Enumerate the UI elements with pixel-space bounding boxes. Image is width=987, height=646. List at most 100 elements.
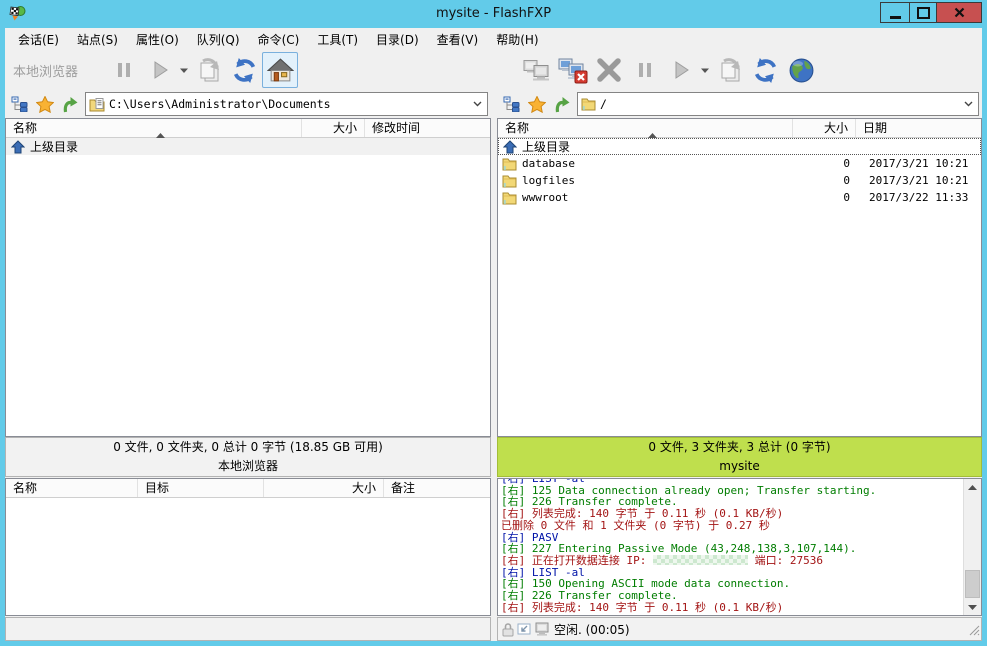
column-header-size[interactable]: 大小 [301, 119, 364, 137]
chevron-down-icon[interactable] [468, 94, 486, 114]
menu-item-o[interactable]: 属性(O) [127, 28, 188, 51]
menu-item-d[interactable]: 目录(D) [367, 28, 428, 51]
favorites-button[interactable] [32, 92, 57, 116]
refresh-button[interactable] [747, 52, 783, 88]
disconnect-button[interactable] [555, 52, 591, 88]
log-panel: [右] LIST -al[右] 125 Data connection alre… [497, 478, 982, 616]
play-button[interactable] [142, 52, 178, 88]
tree-button[interactable] [7, 92, 32, 116]
chevron-down-icon[interactable] [959, 94, 977, 114]
caret-down-icon [701, 68, 709, 73]
column-header-size[interactable]: 大小 [792, 119, 855, 137]
file-row[interactable]: database02017/3/21 10:21 [498, 155, 981, 172]
column-header-date[interactable]: 日期 [855, 119, 981, 137]
local-list-header: 名称大小修改时间 [6, 119, 490, 138]
remote-file-list: 名称大小日期 上级目录database02017/3/21 10:21logfi… [497, 118, 982, 437]
log-lines: [右] LIST -al[右] 125 Data connection alre… [501, 478, 961, 613]
remote-list-header: 名称大小日期 [498, 119, 981, 138]
connect-icon [522, 57, 552, 84]
queue-column-size[interactable]: 大小 [263, 479, 383, 497]
favorites-button[interactable] [524, 92, 549, 116]
menu-item-t[interactable]: 工具(T) [308, 28, 367, 51]
lock-icon[interactable] [501, 622, 515, 637]
file-name: database [518, 157, 798, 170]
local-toolbar: 本地浏览器 [5, 50, 491, 90]
tree-icon [503, 96, 520, 112]
transfer-button[interactable] [190, 52, 226, 88]
pause-button[interactable] [627, 52, 663, 88]
flashfxp-window: mysite - FlashFXP 会话(E)站点(S)属性(O)队列(Q)命令… [0, 0, 987, 646]
scroll-up-arrow[interactable] [964, 479, 981, 495]
menu-item-s[interactable]: 站点(S) [68, 28, 127, 51]
file-name: 上级目录 [518, 138, 798, 155]
file-size: 0 [798, 174, 860, 187]
remote-list-body: 上级目录database02017/3/21 10:21logfiles0201… [498, 138, 981, 206]
connect-button[interactable] [519, 52, 555, 88]
minimize-icon [890, 16, 901, 19]
up-icon [553, 96, 571, 113]
refresh-icon [231, 57, 258, 84]
minimize-button[interactable] [880, 2, 910, 23]
file-date: 2017/3/22 11:33 [860, 191, 981, 204]
column-header-name[interactable]: 名称 [6, 119, 301, 137]
remote-status-line2: mysite [498, 457, 981, 476]
home-icon [267, 58, 294, 83]
local-status-line2: 本地浏览器 [6, 457, 490, 476]
pause-icon [113, 59, 135, 81]
local-file-list: 名称大小修改时间 上级目录 [5, 118, 491, 437]
scroll-thumb[interactable] [965, 570, 980, 598]
menu-item-e[interactable]: 会话(E) [9, 28, 68, 51]
log-line: 已删除 0 文件 和 1 文件夹 (0 字节) 于 0.27 秒 [501, 520, 961, 532]
file-row[interactable]: wwwroot02017/3/22 11:33 [498, 189, 981, 206]
refresh-button[interactable] [226, 52, 262, 88]
menu-item-q[interactable]: 队列(Q) [188, 28, 249, 51]
file-date: 2017/3/21 10:21 [860, 174, 981, 187]
column-header-date[interactable]: 修改时间 [364, 119, 490, 137]
remote-path-combobox[interactable]: / [577, 92, 979, 116]
queue-column-remark[interactable]: 备注 [383, 479, 490, 497]
computer-icon [534, 622, 550, 637]
file-name: logfiles [518, 174, 798, 187]
remote-toolbar [497, 50, 982, 90]
menu-item-v[interactable]: 查看(V) [428, 28, 488, 51]
abort-button[interactable] [591, 52, 627, 88]
play-icon [670, 59, 692, 81]
window-title: mysite - FlashFXP [0, 6, 987, 21]
up-icon [61, 96, 79, 113]
play-button[interactable] [663, 52, 699, 88]
dropdown-caret-button[interactable] [699, 53, 711, 87]
file-row[interactable]: logfiles02017/3/21 10:21 [498, 172, 981, 189]
dropdown-caret-button[interactable] [178, 53, 190, 87]
close-button[interactable] [936, 2, 982, 23]
abort-icon [595, 57, 623, 83]
queue-column-name[interactable]: 名称 [6, 479, 137, 497]
caret-down-icon [180, 68, 188, 73]
remote-path-value: / [600, 97, 607, 111]
up-button[interactable] [549, 92, 574, 116]
maximize-button[interactable] [909, 2, 937, 23]
up-button[interactable] [57, 92, 82, 116]
resize-grip-icon[interactable] [969, 625, 980, 639]
world-button[interactable] [783, 52, 819, 88]
local-path-combobox[interactable]: C:\Users\Administrator\Documents [85, 92, 488, 116]
column-header-name[interactable]: 名称 [498, 119, 792, 137]
local-path-bar: C:\Users\Administrator\Documents [5, 90, 491, 118]
favorites-icon [36, 96, 54, 113]
log-scrollbar[interactable] [963, 479, 981, 615]
transfer-button[interactable] [711, 52, 747, 88]
folder-icon [501, 191, 518, 205]
pause-button[interactable] [106, 52, 142, 88]
queue-column-target[interactable]: 目标 [137, 479, 263, 497]
file-name: 上级目录 [26, 138, 307, 155]
bottom-row: 名称目标大小备注 [右] LIST -al[右] 125 Data connec… [5, 478, 982, 616]
parent-dir-row[interactable]: 上级目录 [498, 138, 981, 155]
menu-item-c[interactable]: 命令(C) [249, 28, 309, 51]
menu-item-h[interactable]: 帮助(H) [487, 28, 547, 51]
tree-button[interactable] [499, 92, 524, 116]
refresh-icon [752, 57, 779, 84]
home-button[interactable] [262, 52, 298, 88]
scroll-down-arrow[interactable] [964, 599, 981, 615]
parent-dir-row[interactable]: 上级目录 [6, 138, 490, 155]
play-icon [149, 59, 171, 81]
folder-icon [501, 157, 518, 171]
